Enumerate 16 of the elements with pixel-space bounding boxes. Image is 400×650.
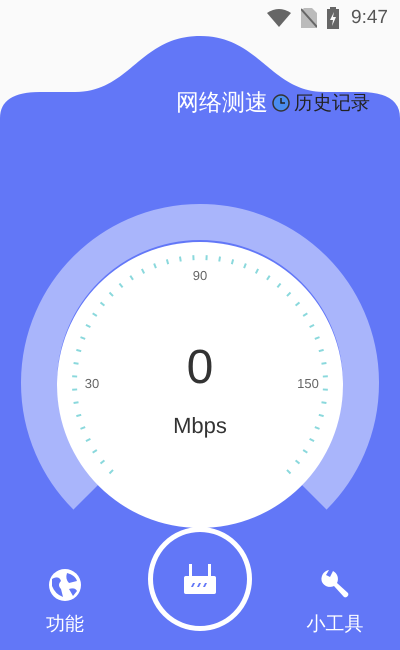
functions-tab[interactable]: 功能 — [23, 569, 107, 637]
battery-charging-icon — [327, 7, 340, 29]
no-sim-icon — [301, 8, 318, 28]
speed-unit: Mbps — [173, 413, 227, 438]
clock-icon — [272, 94, 290, 112]
speed-reading: 0 — [186, 341, 214, 394]
scale-label: 150 — [297, 376, 319, 391]
scale-label: 90 — [192, 268, 208, 283]
router-icon — [184, 564, 216, 594]
scale-label: 30 — [84, 376, 100, 391]
history-link[interactable]: 历史记录 — [272, 90, 370, 116]
tools-tab[interactable]: 小工具 — [293, 569, 377, 637]
wifi-icon — [267, 9, 292, 27]
page-title: 网络测速 — [176, 89, 268, 118]
status-time: 9:47 — [351, 7, 388, 29]
globe-icon — [49, 569, 81, 601]
